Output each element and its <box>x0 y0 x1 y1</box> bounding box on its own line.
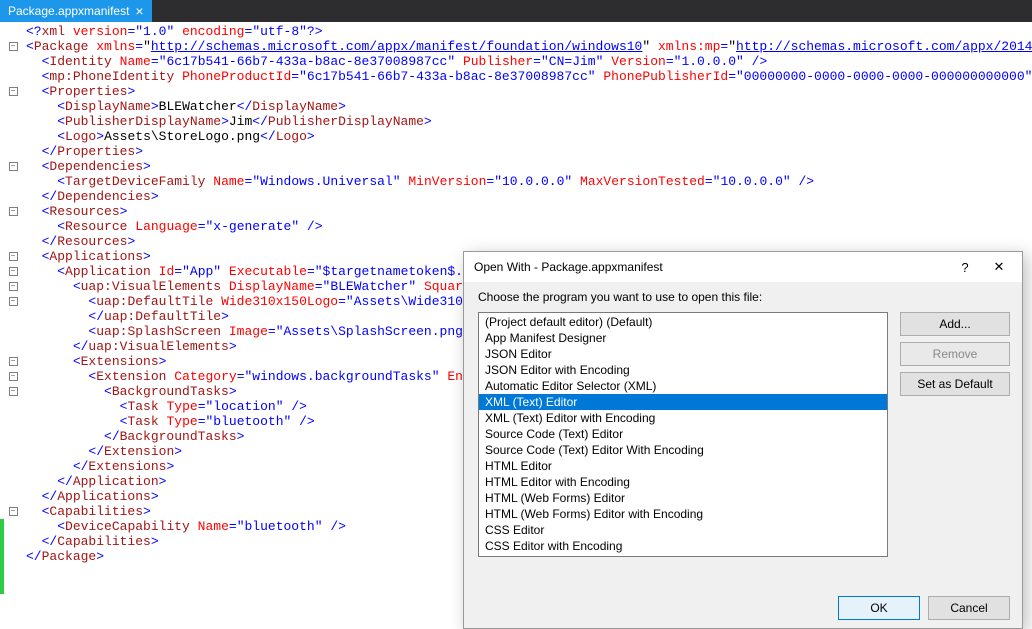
editor-option[interactable]: HTML Editor with Encoding <box>479 474 887 490</box>
dialog-titlebar: Open With - Package.appxmanifest ? ✕ <box>464 252 1022 282</box>
editor-option[interactable]: JSON Editor <box>479 346 887 362</box>
change-mark <box>0 519 4 594</box>
dialog-title: Open With - Package.appxmanifest <box>474 260 948 274</box>
set-default-button[interactable]: Set as Default <box>900 372 1010 396</box>
fold-toggle-icon[interactable]: − <box>9 507 18 516</box>
fold-toggle-icon[interactable]: − <box>9 87 18 96</box>
tab-package-manifest[interactable]: Package.appxmanifest × <box>0 0 152 22</box>
dialog-prompt: Choose the program you want to use to op… <box>478 290 888 304</box>
cancel-button[interactable]: Cancel <box>928 596 1010 620</box>
fold-gutter: − − − − − − − − − − − − <box>4 22 22 629</box>
editor-listbox[interactable]: (Project default editor) (Default)App Ma… <box>478 312 888 557</box>
editor-option[interactable]: CSS Editor <box>479 522 887 538</box>
editor-option[interactable]: App Manifest Designer <box>479 330 887 346</box>
dialog-body: Choose the program you want to use to op… <box>464 282 1022 588</box>
editor-option[interactable]: Source Code (Text) Editor With Encoding <box>479 442 887 458</box>
fold-toggle-icon[interactable]: − <box>9 387 18 396</box>
editor-option[interactable]: Automatic Editor Selector (XML) <box>479 378 887 394</box>
fold-toggle-icon[interactable]: − <box>9 252 18 261</box>
dialog-footer: OK Cancel <box>464 588 1022 628</box>
editor-option[interactable]: CSS Editor with Encoding <box>479 538 887 554</box>
fold-toggle-icon[interactable]: − <box>9 207 18 216</box>
help-icon[interactable]: ? <box>948 256 982 278</box>
editor-option[interactable]: Source Code (Text) Editor <box>479 426 887 442</box>
fold-toggle-icon[interactable]: − <box>9 162 18 171</box>
editor-option[interactable]: SCSS Editor <box>479 554 887 557</box>
fold-toggle-icon[interactable]: − <box>9 372 18 381</box>
editor-option[interactable]: XML (Text) Editor <box>479 394 887 410</box>
fold-toggle-icon[interactable]: − <box>9 297 18 306</box>
editor-option[interactable]: JSON Editor with Encoding <box>479 362 887 378</box>
fold-toggle-icon[interactable]: − <box>9 282 18 291</box>
tab-bar: Package.appxmanifest × <box>0 0 1032 22</box>
fold-toggle-icon[interactable]: − <box>9 42 18 51</box>
editor-option[interactable]: HTML (Web Forms) Editor with Encoding <box>479 506 887 522</box>
close-icon[interactable]: × <box>135 4 143 18</box>
close-icon[interactable]: ✕ <box>982 256 1016 278</box>
ok-button[interactable]: OK <box>838 596 920 620</box>
open-with-dialog: Open With - Package.appxmanifest ? ✕ Cho… <box>463 251 1023 629</box>
editor-option[interactable]: HTML (Web Forms) Editor <box>479 490 887 506</box>
fold-toggle-icon[interactable]: − <box>9 267 18 276</box>
change-indicator-gutter <box>0 22 4 629</box>
tab-title: Package.appxmanifest <box>8 4 129 18</box>
editor-option[interactable]: XML (Text) Editor with Encoding <box>479 410 887 426</box>
fold-toggle-icon[interactable]: − <box>9 357 18 366</box>
remove-button[interactable]: Remove <box>900 342 1010 366</box>
add-button[interactable]: Add... <box>900 312 1010 336</box>
editor-option[interactable]: (Project default editor) (Default) <box>479 314 887 330</box>
editor-option[interactable]: HTML Editor <box>479 458 887 474</box>
